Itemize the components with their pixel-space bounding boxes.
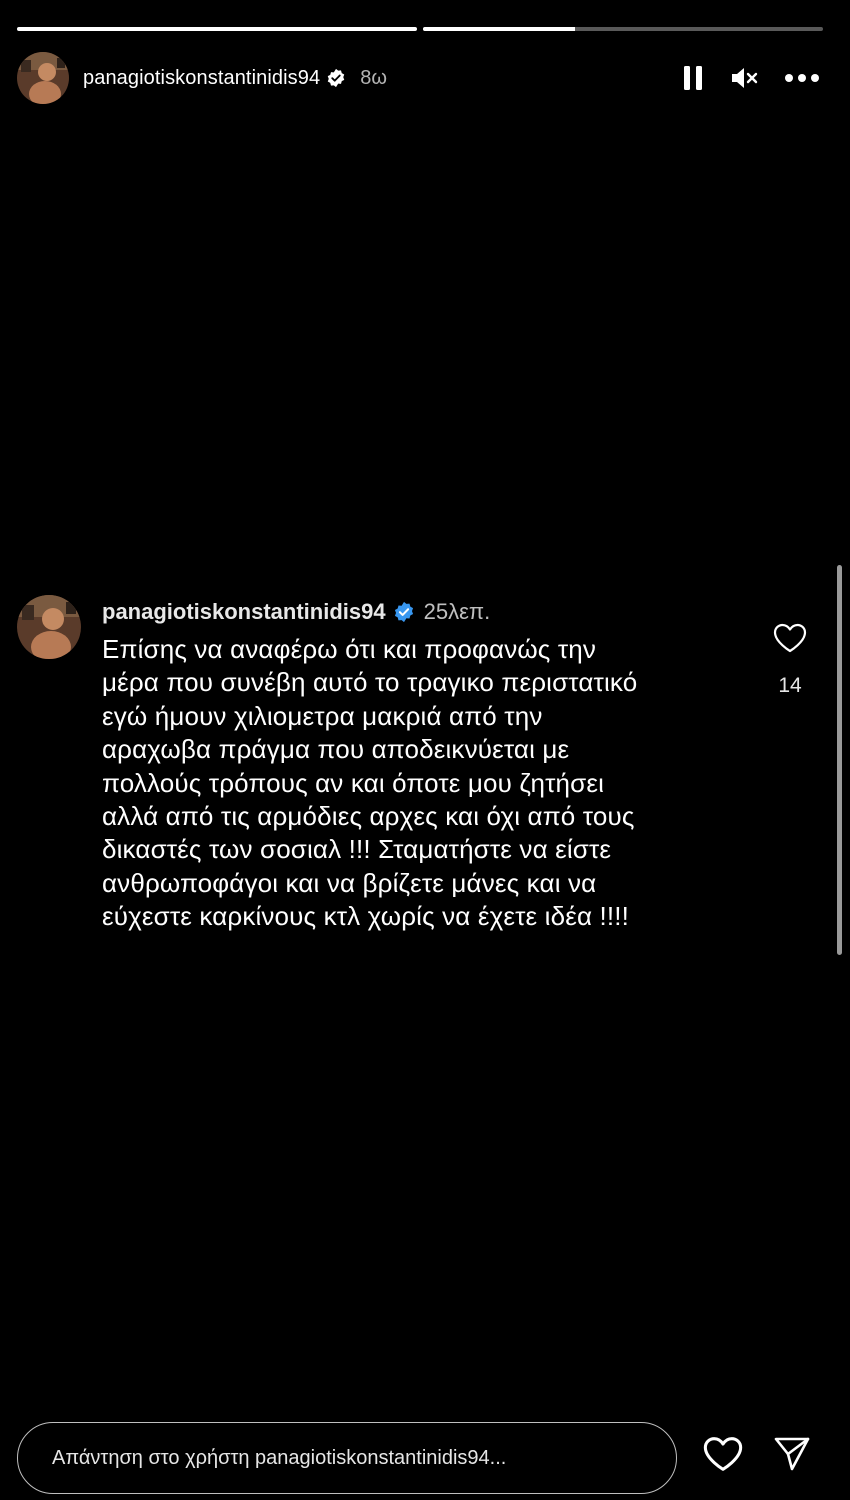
bottom-actions [703, 1436, 811, 1472]
pause-icon[interactable] [682, 65, 704, 91]
story-header: panagiotiskonstantinidis94 8ω [17, 52, 820, 104]
reply-input[interactable] [52, 1446, 652, 1470]
comment-username[interactable]: panagiotiskonstantinidis94 [102, 599, 386, 625]
comment-avatar-image [17, 595, 81, 659]
progress-segment-2 [423, 27, 823, 31]
progress-fill-1 [17, 27, 417, 31]
comment-like-button[interactable]: 14 [772, 623, 808, 698]
more-horizontal-icon[interactable] [784, 73, 820, 83]
verified-badge-icon [326, 68, 346, 88]
scrollbar[interactable] [837, 565, 842, 955]
verified-badge-icon [393, 601, 415, 623]
story-username[interactable]: panagiotiskonstantinidis94 [83, 67, 320, 90]
comment-text: Επίσης να αναφέρω ότι και προφανώς την μ… [102, 634, 638, 932]
avatar-image [17, 52, 69, 104]
progress-segment-1 [17, 27, 417, 31]
comment-card: panagiotiskonstantinidis94 25λεπ. Επίσης… [0, 563, 850, 955]
speaker-muted-icon[interactable] [730, 65, 758, 91]
reply-bar [17, 1422, 677, 1494]
like-story-heart-icon[interactable] [703, 1436, 743, 1472]
like-count: 14 [778, 674, 802, 697]
story-controls [682, 65, 820, 91]
avatar[interactable] [17, 52, 69, 104]
story-progress-bar [17, 27, 823, 31]
story-timestamp: 8ω [360, 66, 387, 89]
progress-fill-2 [423, 27, 575, 31]
heart-icon[interactable] [773, 623, 807, 658]
comment-timestamp: 25λεπ. [423, 599, 491, 624]
comment-avatar[interactable] [17, 595, 81, 659]
comment-header: panagiotiskonstantinidis94 25λεπ. [102, 599, 490, 625]
send-direct-icon[interactable] [773, 1436, 811, 1472]
